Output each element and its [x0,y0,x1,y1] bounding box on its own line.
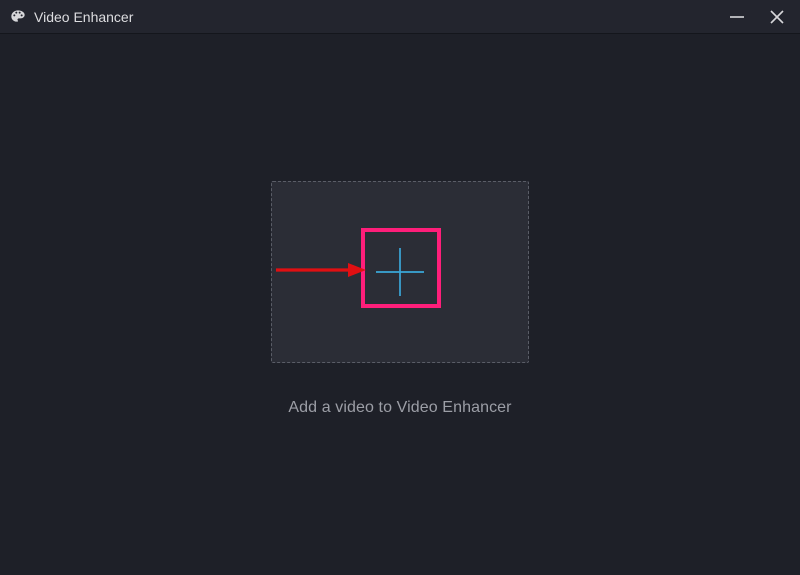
titlebar-controls [728,8,786,26]
palette-icon [10,9,26,25]
instruction-text: Add a video to Video Enhancer [0,399,800,417]
add-video-dropzone[interactable] [271,181,529,363]
titlebar-left: Video Enhancer [10,9,133,25]
close-button[interactable] [768,8,786,26]
content-area: Add a video to Video Enhancer [0,34,800,575]
minimize-button[interactable] [728,8,746,26]
app-window: Video Enhancer [0,0,800,575]
plus-icon [370,242,430,302]
app-title: Video Enhancer [34,9,133,25]
titlebar: Video Enhancer [0,0,800,34]
